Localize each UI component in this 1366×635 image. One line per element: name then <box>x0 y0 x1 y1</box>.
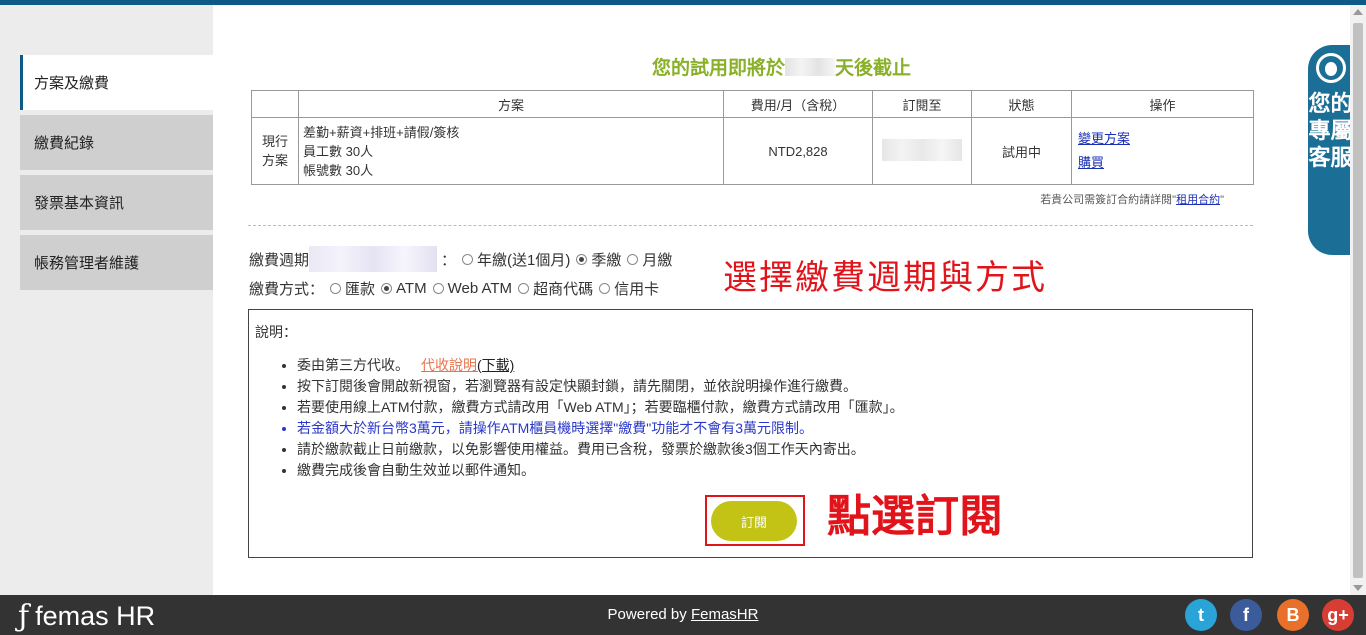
method-radio-credit-card[interactable] <box>599 283 611 294</box>
femashr-link[interactable]: FemasHR <box>691 606 759 623</box>
method-radio-transfer[interactable] <box>330 283 342 294</box>
list-item: 按下訂閱後會開啟新視窗，若瀏覽器有設定快顯封鎖，請先關閉，並依說明操作進行繳費。 <box>297 376 904 397</box>
sidebar-item-billing-admin[interactable]: 帳務管理者維護 <box>20 235 213 290</box>
method-option-credit-card: 信用卡 <box>614 281 660 298</box>
plan-actions: 變更方案 購買 <box>1071 117 1254 185</box>
table-header-empty <box>251 90 299 118</box>
main-content: 您的試用即將於 天後截止 方案 費用/月（含稅） 訂閱至 狀態 操作 現行方案 差… <box>213 5 1350 595</box>
list-item: 若要使用線上ATM付款，繳費方式請改用「Web ATM」；若要臨櫃付款，繳費方式… <box>297 397 904 418</box>
plan-line-employees: 員工數 30人 <box>303 143 374 159</box>
footer: ƒ femas HR Powered by FemasHR t f B g+ <box>0 595 1366 635</box>
purchase-link[interactable]: 購買 <box>1078 151 1253 175</box>
contract-note-suffix: " <box>1220 194 1224 206</box>
section-divider <box>248 225 1253 226</box>
cycle-radio-monthly[interactable] <box>627 253 639 265</box>
scroll-down-icon[interactable] <box>1353 585 1363 591</box>
google-plus-glyph: g+ <box>1327 604 1349 625</box>
sidebar-item-label: 發票基本資訊 <box>34 195 125 212</box>
sidebar: 方案及繳費 繳費紀錄 發票基本資訊 帳務管理者維護 <box>0 5 213 595</box>
powered-by: Powered by FemasHR <box>0 606 1366 623</box>
list-item: 委由第三方代收。代收說明(下載) <box>297 355 904 376</box>
plan-details: 差勤+薪資+排班+請假/簽核 員工數 30人 帳號數 30人 <box>298 117 724 185</box>
trial-notice: 您的試用即將於 天後截止 <box>213 53 1350 80</box>
table-header-actions: 操作 <box>1071 90 1254 118</box>
method-radio-web-atm[interactable] <box>432 283 444 294</box>
current-plan-label: 現行方案 <box>251 117 299 185</box>
customer-service-tab[interactable]: 您的專屬客服 <box>1308 45 1353 255</box>
annotation-click-subscribe: 點選訂閱 <box>827 491 1003 542</box>
blogger-icon[interactable]: B <box>1277 599 1309 631</box>
table-header-status: 狀態 <box>971 90 1072 118</box>
cycle-option-yearly: 年繳(送1個月) <box>477 251 571 269</box>
sidebar-item-label: 帳務管理者維護 <box>34 255 140 272</box>
sidebar-item-plan-payment[interactable]: 方案及繳費 <box>20 55 213 110</box>
facebook-icon[interactable]: f <box>1230 599 1262 631</box>
scroll-up-icon[interactable] <box>1353 9 1363 15</box>
method-option-atm: ATM <box>396 280 427 297</box>
trial-prefix: 您的試用即將於 <box>651 58 785 79</box>
trial-suffix: 天後截止 <box>835 58 912 79</box>
facebook-glyph: f <box>1243 604 1249 625</box>
table-header-fee: 費用/月（含稅） <box>723 90 873 118</box>
sidebar-item-invoice-info[interactable]: 發票基本資訊 <box>20 175 213 230</box>
method-option-transfer: 匯款 <box>345 281 376 298</box>
cycle-option-monthly: 月繳 <box>642 251 673 269</box>
vertical-scrollbar[interactable] <box>1350 5 1366 595</box>
method-radio-convenience-store[interactable] <box>518 283 530 294</box>
method-radio-atm[interactable] <box>381 283 393 294</box>
list-item: 繳費完成後會自動生效並以郵件通知。 <box>297 460 904 481</box>
cycle-radio-yearly[interactable] <box>462 253 474 265</box>
info-text: 委由第三方代收。 <box>297 357 409 373</box>
method-option-web-atm: Web ATM <box>447 280 513 297</box>
payment-info-box: 說明： 委由第三方代收。代收說明(下載) 按下訂閱後會開啟新視窗，若瀏覽器有設定… <box>248 309 1253 558</box>
twitter-glyph: t <box>1198 604 1204 625</box>
subscribed-until <box>872 117 972 185</box>
annotation-select-cycle: 選擇繳費週期與方式 <box>723 258 1047 298</box>
plan-status: 試用中 <box>971 117 1072 185</box>
payment-cycle-row: 繳費週期 ： 年繳(送1個月) 季繳 月繳 <box>249 246 672 272</box>
plan-line-modules: 差勤+薪資+排班+請假/簽核 <box>303 124 460 140</box>
table-row: 現行方案 差勤+薪資+排班+請假/簽核 員工數 30人 帳號數 30人 NTD2… <box>251 117 1254 185</box>
redacted-date <box>882 138 962 161</box>
info-list: 委由第三方代收。代收說明(下載) 按下訂閱後會開啟新視窗，若瀏覽器有設定快顯封鎖… <box>297 355 904 481</box>
sidebar-item-label: 方案及繳費 <box>34 75 110 92</box>
table-header-row: 方案 費用/月（含稅） 訂閱至 狀態 操作 <box>251 90 1254 118</box>
contract-note-text: 若貴公司需簽訂合約請詳閱" <box>1040 194 1177 206</box>
collection-info-link[interactable]: 代收說明 <box>421 357 477 373</box>
list-item: 若金額大於新台幣3萬元，請操作ATM櫃員機時選擇"繳費"功能才不會有3萬元限制。 <box>297 418 904 439</box>
plan-table: 方案 費用/月（含稅） 訂閱至 狀態 操作 現行方案 差勤+薪資+排班+請假/簽… <box>251 90 1254 185</box>
method-option-convenience-store: 超商代碼 <box>533 281 594 298</box>
plan-fee: NTD2,828 <box>723 117 873 185</box>
sidebar-item-payment-records[interactable]: 繳費紀錄 <box>20 115 213 170</box>
google-plus-icon[interactable]: g+ <box>1322 599 1354 631</box>
download-link[interactable]: (下載) <box>477 357 514 373</box>
powered-prefix: Powered by <box>607 606 691 623</box>
twitter-icon[interactable]: t <box>1185 599 1217 631</box>
contract-note: 若貴公司需簽訂合約請詳閱"租用合約" <box>1040 191 1224 207</box>
redacted-days <box>785 58 835 76</box>
list-item: 請於繳款截止日前繳款，以免影響使用權益。費用已含稅，發票於繳款後3個工作天內寄出… <box>297 439 904 460</box>
sidebar-item-label: 繳費紀錄 <box>34 135 95 152</box>
blogger-glyph: B <box>1286 604 1300 625</box>
cycle-radio-quarterly[interactable] <box>576 253 588 265</box>
payment-method-label: 繳費方式： <box>249 281 325 298</box>
subscribe-button[interactable]: 訂閱 <box>711 501 797 541</box>
headset-icon <box>1316 53 1346 83</box>
payment-cycle-colon: ： <box>441 251 457 269</box>
plan-line-accounts: 帳號數 30人 <box>303 162 374 178</box>
table-header-plan: 方案 <box>298 90 724 118</box>
table-header-subscribed-until: 訂閱至 <box>872 90 972 118</box>
subscribe-highlight-frame: 訂閱 <box>705 495 805 546</box>
redacted-cycle-note <box>309 246 438 272</box>
customer-service-label: 您的專屬客服 <box>1308 91 1353 170</box>
change-plan-link[interactable]: 變更方案 <box>1078 127 1253 151</box>
payment-method-row: 繳費方式： 匯款 ATM Web ATM 超商代碼 信用卡 <box>249 278 659 299</box>
rental-contract-link[interactable]: 租用合約 <box>1176 194 1220 206</box>
payment-cycle-label: 繳費週期 <box>249 251 310 269</box>
info-label: 說明： <box>255 324 297 340</box>
cycle-option-quarterly: 季繳 <box>591 251 622 269</box>
scrollbar-thumb[interactable] <box>1353 23 1363 578</box>
